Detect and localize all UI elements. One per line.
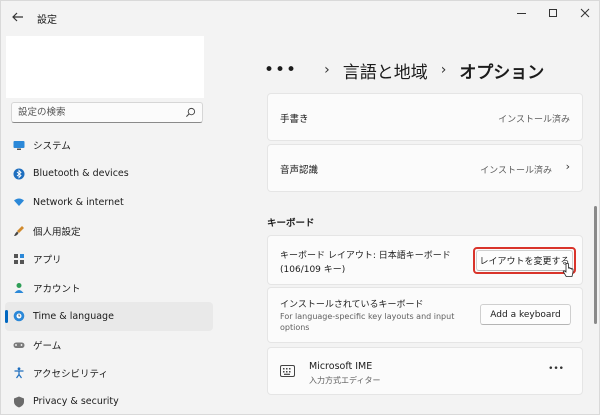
change-layout-button[interactable]: レイアウトを変更する xyxy=(476,250,573,271)
breadcrumb-more[interactable]: ••• xyxy=(264,60,297,80)
sidebar-item-accessibility[interactable]: アクセシビリティ xyxy=(5,359,213,388)
keyboard-layout-sublabel: (106/109 キー) xyxy=(280,265,346,275)
microsoft-ime-card[interactable]: Microsoft IME 入力方式エディター ••• xyxy=(267,347,583,395)
app-title: 設定 xyxy=(37,15,57,26)
title-bar: 設定 xyxy=(1,1,600,33)
search-icon[interactable] xyxy=(185,107,196,118)
sidebar-item-label: Time & language xyxy=(33,310,114,322)
sidebar-item-label: アカウント xyxy=(33,283,81,295)
sidebar-item-bluetooth[interactable]: Bluetooth & devices xyxy=(5,160,213,189)
gamepad-icon xyxy=(13,342,25,348)
mouse-cursor-icon xyxy=(562,263,574,277)
wifi-icon xyxy=(14,198,24,206)
speech-label: 音声認識 xyxy=(280,165,319,176)
installed-keyboards-desc-1: For language-specific key layouts and in… xyxy=(280,312,455,321)
sidebar-item-accounts[interactable]: アカウント xyxy=(5,274,213,303)
sidebar-item-label: アクセシビリティ xyxy=(33,369,108,381)
sidebar-item-personalization[interactable]: 個人用設定 xyxy=(5,217,213,246)
sidebar-item-apps[interactable]: アプリ xyxy=(5,245,213,274)
sidebar-item-label: 個人用設定 xyxy=(33,226,81,238)
breadcrumb: ••• › 言語と地域 › オプション xyxy=(264,57,544,83)
scrollbar[interactable] xyxy=(594,206,597,324)
sidebar-item-label: アプリ xyxy=(33,255,62,267)
apps-icon xyxy=(14,254,24,264)
search-box[interactable] xyxy=(11,102,203,123)
sidebar-item-label: システム xyxy=(33,141,71,153)
chevron-right-icon: › xyxy=(565,160,570,173)
handwriting-status: インストール済み xyxy=(498,115,570,125)
page-title: オプション xyxy=(459,62,545,83)
speech-recognition-card[interactable]: 音声認識 インストール済み › xyxy=(267,144,583,192)
minimize-button[interactable] xyxy=(506,3,536,23)
sidebar-item-label: Network & internet xyxy=(33,196,124,208)
speech-status: インストール済み xyxy=(480,166,552,176)
handwriting-card: 手書き インストール済み xyxy=(267,93,583,141)
minimize-icon xyxy=(516,12,526,14)
brush-icon xyxy=(14,225,24,236)
profile-card[interactable] xyxy=(6,36,204,98)
sidebar-item-privacy[interactable]: Privacy & security xyxy=(5,388,213,415)
accessibility-icon xyxy=(14,367,24,379)
keyboard-layout-label: キーボード レイアウト: 日本語キーボード xyxy=(280,251,451,261)
ime-name: Microsoft IME xyxy=(309,361,373,372)
sidebar-item-gaming[interactable]: ゲーム xyxy=(5,331,213,360)
breadcrumb-separator-icon: › xyxy=(440,62,447,78)
installed-keyboards-label: インストールされているキーボード xyxy=(280,300,424,310)
more-options-icon[interactable]: ••• xyxy=(548,364,564,374)
monitor-icon xyxy=(13,141,25,150)
search-input[interactable] xyxy=(18,105,178,120)
ime-description: 入力方式エディター xyxy=(309,376,381,385)
sidebar-nav: システム Bluetooth & devices Network & inter… xyxy=(5,131,213,415)
close-icon xyxy=(580,8,590,18)
maximize-icon xyxy=(549,9,557,17)
sidebar-item-time-language[interactable]: Time & language xyxy=(5,302,213,331)
breadcrumb-separator-icon: › xyxy=(324,62,330,78)
breadcrumb-parent[interactable]: 言語と地域 xyxy=(343,58,428,83)
keyboard-section-heading: キーボード xyxy=(267,218,315,229)
maximize-button[interactable] xyxy=(538,3,568,23)
person-icon xyxy=(14,282,24,293)
sidebar-item-label: ゲーム xyxy=(33,340,62,352)
sidebar-item-label: Bluetooth & devices xyxy=(33,168,129,180)
add-keyboard-button[interactable]: Add a keyboard xyxy=(480,304,571,325)
bluetooth-icon xyxy=(13,168,25,179)
globe-clock-icon xyxy=(13,310,25,322)
installed-keyboards-desc-2: options xyxy=(280,323,310,332)
back-arrow-icon[interactable] xyxy=(7,7,29,27)
settings-window: 設定 システム Bluetooth & devices Network & in… xyxy=(0,0,600,415)
keyboard-icon xyxy=(280,365,295,377)
sidebar-item-system[interactable]: システム xyxy=(5,131,213,160)
sidebar-item-label: Privacy & security xyxy=(33,396,119,408)
close-button[interactable] xyxy=(570,3,600,23)
sidebar-item-network[interactable]: Network & internet xyxy=(5,188,213,217)
handwriting-label: 手書き xyxy=(280,114,309,125)
shield-icon xyxy=(14,396,24,407)
